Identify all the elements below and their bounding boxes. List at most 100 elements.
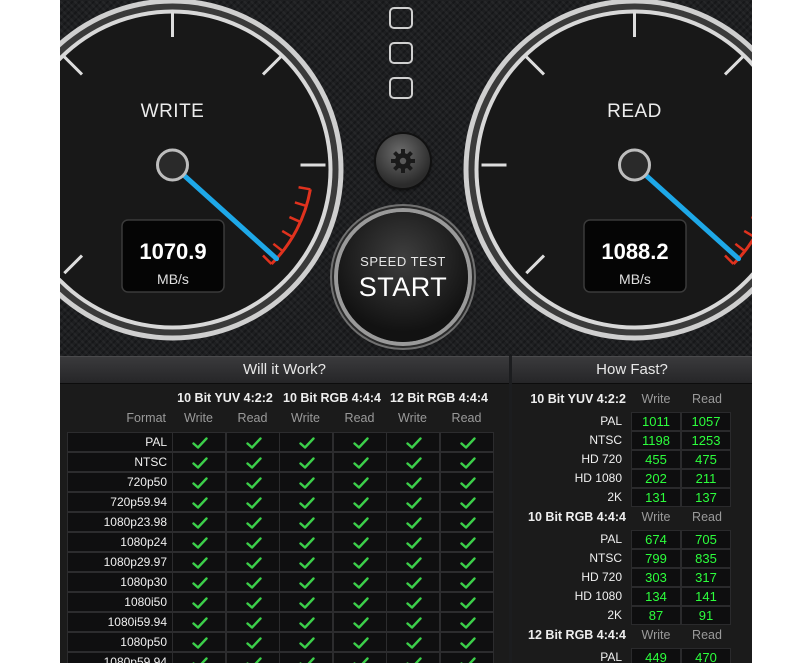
check-icon: [191, 616, 208, 629]
settings-button[interactable]: [376, 134, 430, 188]
compatibility-cell: [172, 432, 226, 452]
compatibility-cell: [440, 552, 494, 572]
start-button[interactable]: SPEED TEST START: [338, 212, 468, 342]
compatibility-cell: [172, 572, 226, 592]
read-speed-unit: MB/s: [619, 271, 651, 287]
speed-group-header: 12 Bit RGB 4:4:4: [528, 628, 626, 642]
read-speed-cell: 137: [681, 488, 731, 507]
sub-header-read: Read: [692, 510, 722, 524]
check-icon: [298, 496, 315, 509]
check-icon: [298, 476, 315, 489]
compatibility-cell: [386, 592, 440, 612]
sub-header-read: Read: [451, 411, 482, 425]
check-icon: [298, 536, 315, 549]
speed-format-label: HD 1080: [574, 471, 622, 485]
sub-header-write: Write: [291, 411, 320, 425]
check-icon: [191, 636, 208, 649]
check-icon: [405, 536, 422, 549]
check-icon: [298, 596, 315, 609]
compatibility-cell: [333, 472, 387, 492]
compatibility-cell: [386, 572, 440, 592]
check-icon: [298, 516, 315, 529]
check-icon: [459, 616, 476, 629]
format-label: 1080p23.98: [103, 515, 167, 529]
minimize-square-icon[interactable]: [389, 42, 413, 64]
format-label: 720p50: [126, 475, 167, 489]
check-icon: [405, 636, 422, 649]
check-icon: [459, 576, 476, 589]
compatibility-cell: [333, 492, 387, 512]
read-speed-cell: 1253: [681, 431, 731, 450]
check-icon: [245, 656, 262, 663]
check-icon: [352, 596, 369, 609]
check-icon: [405, 576, 422, 589]
speed-format-label: PAL: [600, 532, 622, 546]
compatibility-cell: [172, 452, 226, 472]
compatibility-cell: [386, 452, 440, 472]
compatibility-cell: [226, 492, 280, 512]
compatibility-cell: [333, 432, 387, 452]
check-icon: [245, 616, 262, 629]
read-speed-cell: 470: [681, 648, 731, 663]
compatibility-cell: [333, 612, 387, 632]
speed-format-label: HD 720: [581, 570, 622, 584]
blackmagic-disk-speed-test-window: WRITE 1070.9 MB/s READ 1088.2 MB/s SPEED…: [60, 0, 752, 663]
compatibility-cell: [172, 592, 226, 612]
compatibility-cell: [333, 592, 387, 612]
compatibility-cell: [172, 532, 226, 552]
compatibility-cell: [279, 652, 333, 663]
compatibility-cell: [279, 572, 333, 592]
read-speed-cell: 211: [681, 469, 731, 488]
compatibility-cell: [333, 452, 387, 472]
compatibility-cell: [226, 472, 280, 492]
check-icon: [245, 516, 262, 529]
minimize-square-icon[interactable]: [389, 77, 413, 99]
check-icon: [298, 616, 315, 629]
speed-group-header: 10 Bit RGB 4:4:4: [528, 510, 626, 524]
format-label: 1080p59.94: [103, 655, 167, 663]
read-speed-value: 1088.2: [601, 239, 668, 264]
check-icon: [352, 636, 369, 649]
compatibility-cell: [226, 452, 280, 472]
check-icon: [459, 556, 476, 569]
write-speed-cell: 303: [631, 568, 681, 587]
compatibility-cell: [440, 652, 494, 663]
format-group-header: 12 Bit RGB 4:4:4: [390, 391, 488, 405]
check-icon: [352, 536, 369, 549]
write-speed-cell: 674: [631, 530, 681, 549]
compatibility-cell: [226, 552, 280, 572]
format-label: NTSC: [134, 455, 167, 469]
check-icon: [298, 556, 315, 569]
compatibility-cell: [279, 512, 333, 532]
compatibility-cell: [226, 632, 280, 652]
write-speed-cell: 134: [631, 587, 681, 606]
compatibility-cell: [279, 612, 333, 632]
check-icon: [298, 436, 315, 449]
speed-group-header: 10 Bit YUV 4:2:2: [530, 392, 626, 406]
compatibility-cell: [226, 592, 280, 612]
check-icon: [352, 616, 369, 629]
read-speed-cell: 835: [681, 549, 731, 568]
check-icon: [191, 436, 208, 449]
read-speed-cell: 475: [681, 450, 731, 469]
compatibility-cell: [440, 432, 494, 452]
sub-header-write: Write: [398, 411, 427, 425]
will-it-work-panel: Will it Work? 10 Bit YUV 4:2:2 10 Bit RGB…: [60, 356, 509, 663]
write-speed-cell: 202: [631, 469, 681, 488]
check-icon: [405, 596, 422, 609]
check-icon: [459, 516, 476, 529]
check-icon: [405, 516, 422, 529]
compatibility-cell: [333, 632, 387, 652]
check-icon: [405, 496, 422, 509]
minimize-square-icon[interactable]: [389, 7, 413, 29]
compatibility-cell: [386, 492, 440, 512]
compatibility-cell: [226, 612, 280, 632]
check-icon: [459, 456, 476, 469]
compatibility-cell: [386, 552, 440, 572]
write-speed-cell: 1011: [631, 412, 681, 431]
check-icon: [459, 436, 476, 449]
compatibility-cell: [279, 552, 333, 572]
check-icon: [298, 636, 315, 649]
compatibility-cell: [440, 592, 494, 612]
format-label: 1080p50: [120, 635, 167, 649]
